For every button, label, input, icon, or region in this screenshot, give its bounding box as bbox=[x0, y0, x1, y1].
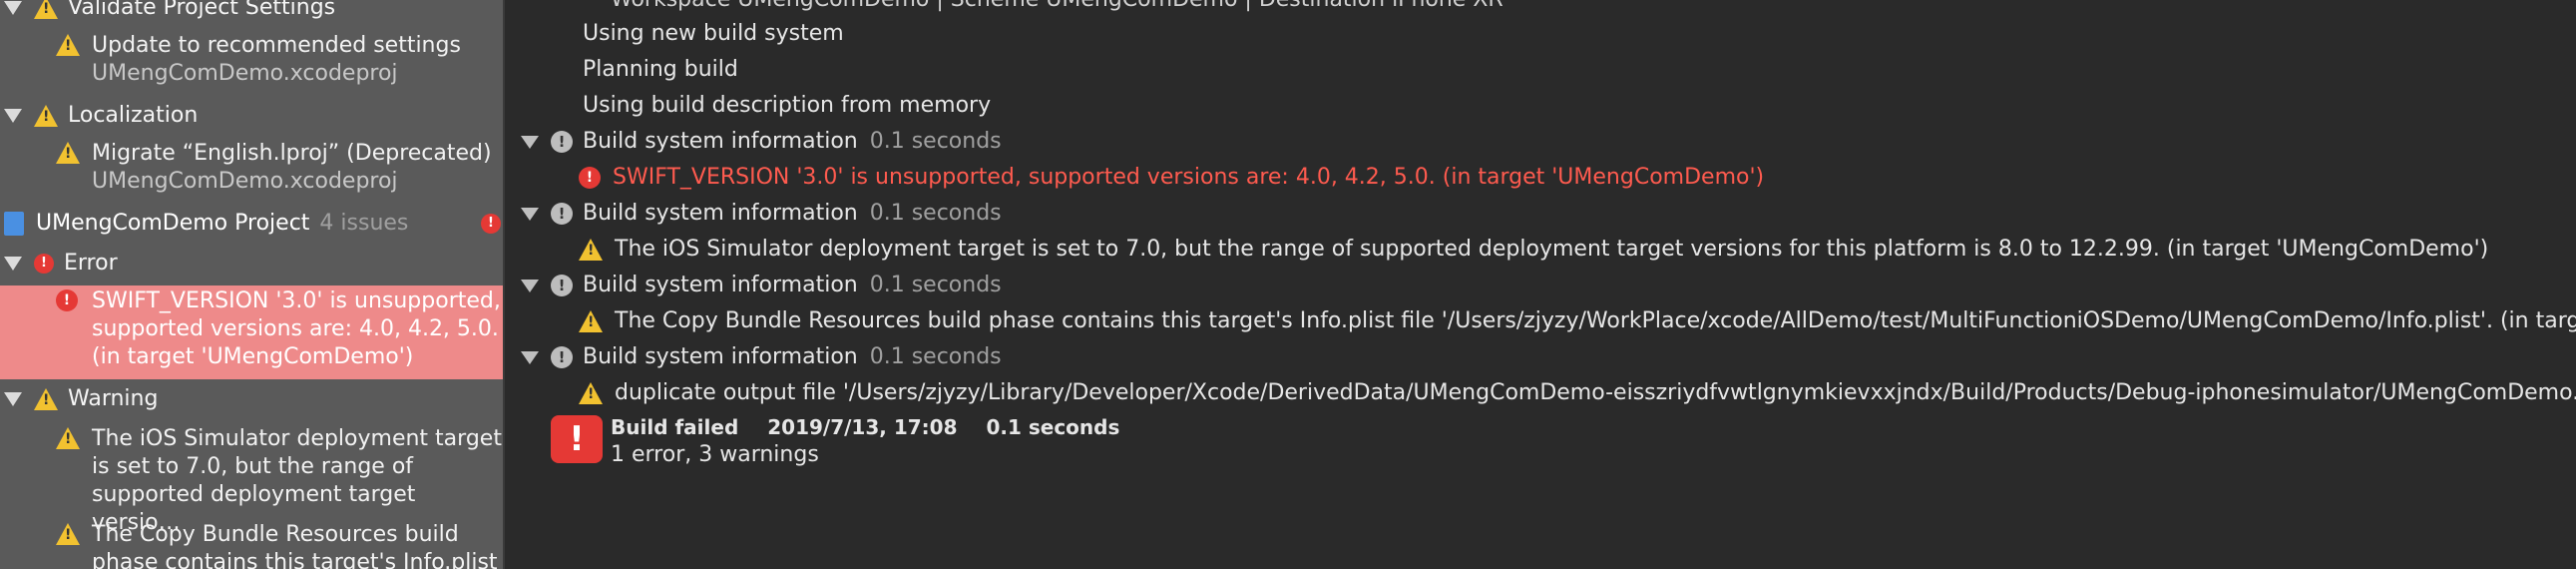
issue-text: Update to recommended settings bbox=[92, 33, 461, 58]
log-line: Using build description from memory bbox=[583, 93, 992, 118]
issue-file: UMengComDemo.xcodeproj bbox=[92, 61, 398, 86]
warning-icon bbox=[34, 388, 58, 410]
disclosure-triangle-icon[interactable] bbox=[4, 257, 22, 271]
issue-file: UMengComDemo.xcodeproj bbox=[92, 169, 398, 194]
warning-icon bbox=[56, 142, 80, 164]
project-row[interactable]: UMengComDemo Project 4 issues ! bbox=[0, 208, 503, 240]
build-date: 2019/7/13, 17:08 bbox=[767, 415, 958, 439]
group-error[interactable]: ! Error bbox=[0, 244, 118, 284]
group-title: Localization bbox=[68, 103, 199, 128]
issue-copy-bundle-resources[interactable]: The Copy Bundle Resources build phase co… bbox=[0, 519, 503, 569]
info-icon: ! bbox=[551, 131, 573, 153]
section-title: Build system information bbox=[583, 273, 858, 297]
log-warning-message[interactable]: The iOS Simulator deployment target is s… bbox=[579, 236, 2488, 264]
issue-line-3: (in target 'UMengComDemo') bbox=[92, 344, 414, 369]
issue-line-2: supported versions are: 4.0, 4.2, 5.0. bbox=[92, 316, 499, 341]
issue-simulator-deployment-target[interactable]: The iOS Simulator deployment target is s… bbox=[0, 423, 503, 535]
group-title: Warning bbox=[68, 386, 159, 411]
log-warning-message[interactable]: duplicate output file '/Users/zjyzy/Libr… bbox=[579, 379, 2576, 407]
group-warning[interactable]: Warning bbox=[0, 379, 158, 419]
disclosure-triangle-icon[interactable] bbox=[4, 392, 22, 406]
section-time: 0.1 seconds bbox=[869, 344, 1002, 369]
issue-line-1: The Copy Bundle Resources build bbox=[92, 522, 459, 547]
info-icon: ! bbox=[551, 203, 573, 225]
section-time: 0.1 seconds bbox=[869, 273, 1002, 297]
warning-icon bbox=[56, 523, 80, 545]
issue-line-2: is set to 7.0, but the range of bbox=[92, 454, 414, 479]
disclosure-triangle-icon[interactable] bbox=[521, 207, 539, 221]
build-status: Build failed bbox=[611, 415, 739, 439]
warning-icon bbox=[579, 310, 603, 332]
build-failed-icon: ! bbox=[551, 415, 603, 463]
disclosure-triangle-icon[interactable] bbox=[4, 109, 22, 123]
issue-navigator: Validate Project Settings Update to reco… bbox=[0, 0, 505, 569]
group-title: Error bbox=[64, 251, 118, 276]
project-file-icon bbox=[4, 212, 24, 236]
error-icon: ! bbox=[34, 254, 54, 274]
issue-line-1: SWIFT_VERSION '3.0' is unsupported, bbox=[92, 288, 501, 313]
project-name: UMengComDemo Project bbox=[36, 211, 310, 236]
disclosure-triangle-icon[interactable] bbox=[521, 135, 539, 149]
issue-line-2: phase contains this target's Info.plist bbox=[92, 550, 498, 569]
group-title: Validate Project Settings bbox=[68, 0, 336, 20]
build-duration: 0.1 seconds bbox=[986, 415, 1120, 439]
log-warning-message[interactable]: The Copy Bundle Resources build phase co… bbox=[579, 307, 2576, 335]
section-time: 0.1 seconds bbox=[869, 129, 1002, 154]
info-icon: ! bbox=[551, 346, 573, 368]
issue-line-1: The iOS Simulator deployment target bbox=[92, 426, 502, 451]
message-text: SWIFT_VERSION '3.0' is unsupported, supp… bbox=[613, 165, 1765, 190]
log-section-header[interactable]: ! Build system information 0.1 seconds bbox=[521, 200, 1002, 228]
error-icon: ! bbox=[579, 167, 601, 189]
build-summary: 1 error, 3 warnings bbox=[611, 442, 819, 467]
message-text: duplicate output file '/Users/zjyzy/Libr… bbox=[615, 380, 2576, 405]
message-text: The Copy Bundle Resources build phase co… bbox=[615, 308, 2576, 333]
issue-swift-version-selected[interactable]: ! SWIFT_VERSION '3.0' is unsupported, su… bbox=[0, 285, 503, 379]
section-title: Build system information bbox=[583, 129, 858, 154]
message-text: The iOS Simulator deployment target is s… bbox=[615, 237, 2489, 262]
disclosure-triangle-icon[interactable] bbox=[521, 279, 539, 292]
issue-update-settings[interactable]: Update to recommended settings UMengComD… bbox=[0, 30, 503, 90]
warning-icon bbox=[56, 427, 80, 449]
project-issue-count: 4 issues bbox=[319, 211, 409, 236]
section-time: 0.1 seconds bbox=[869, 201, 1002, 226]
warning-icon bbox=[579, 382, 603, 404]
log-section-header[interactable]: ! Build system information 0.1 seconds bbox=[521, 343, 1002, 371]
issue-migrate-lproj[interactable]: Migrate “English.lproj” (Deprecated) UMe… bbox=[0, 138, 503, 198]
error-badge-icon: ! bbox=[481, 214, 501, 234]
build-log: Workspace UMengComDemo | Scheme UMengCom… bbox=[505, 0, 2576, 569]
warning-icon bbox=[579, 239, 603, 261]
log-line: Using new build system bbox=[583, 21, 844, 46]
log-section-header[interactable]: ! Build system information 0.1 seconds bbox=[521, 272, 1002, 299]
group-localization[interactable]: Localization bbox=[0, 96, 198, 136]
log-error-message[interactable]: ! SWIFT_VERSION '3.0' is unsupported, su… bbox=[579, 164, 1764, 192]
log-section-header[interactable]: ! Build system information 0.1 seconds bbox=[521, 128, 1002, 156]
warning-icon bbox=[56, 34, 80, 56]
error-icon: ! bbox=[56, 289, 78, 311]
warning-icon bbox=[34, 0, 58, 19]
disclosure-triangle-icon[interactable] bbox=[4, 1, 22, 15]
log-line: Planning build bbox=[583, 57, 738, 82]
warning-icon bbox=[34, 105, 58, 127]
disclosure-triangle-icon[interactable] bbox=[521, 350, 539, 364]
section-title: Build system information bbox=[583, 201, 858, 226]
group-validate-project-settings[interactable]: Validate Project Settings bbox=[0, 0, 335, 28]
issue-text: Migrate “English.lproj” (Deprecated) bbox=[92, 141, 492, 166]
info-icon: ! bbox=[551, 275, 573, 296]
section-title: Build system information bbox=[583, 344, 858, 369]
log-header-partial: Workspace UMengComDemo | Scheme UMengCom… bbox=[611, 0, 1503, 14]
build-result-line: Build failed 2019/7/13, 17:08 0.1 second… bbox=[611, 413, 1119, 441]
